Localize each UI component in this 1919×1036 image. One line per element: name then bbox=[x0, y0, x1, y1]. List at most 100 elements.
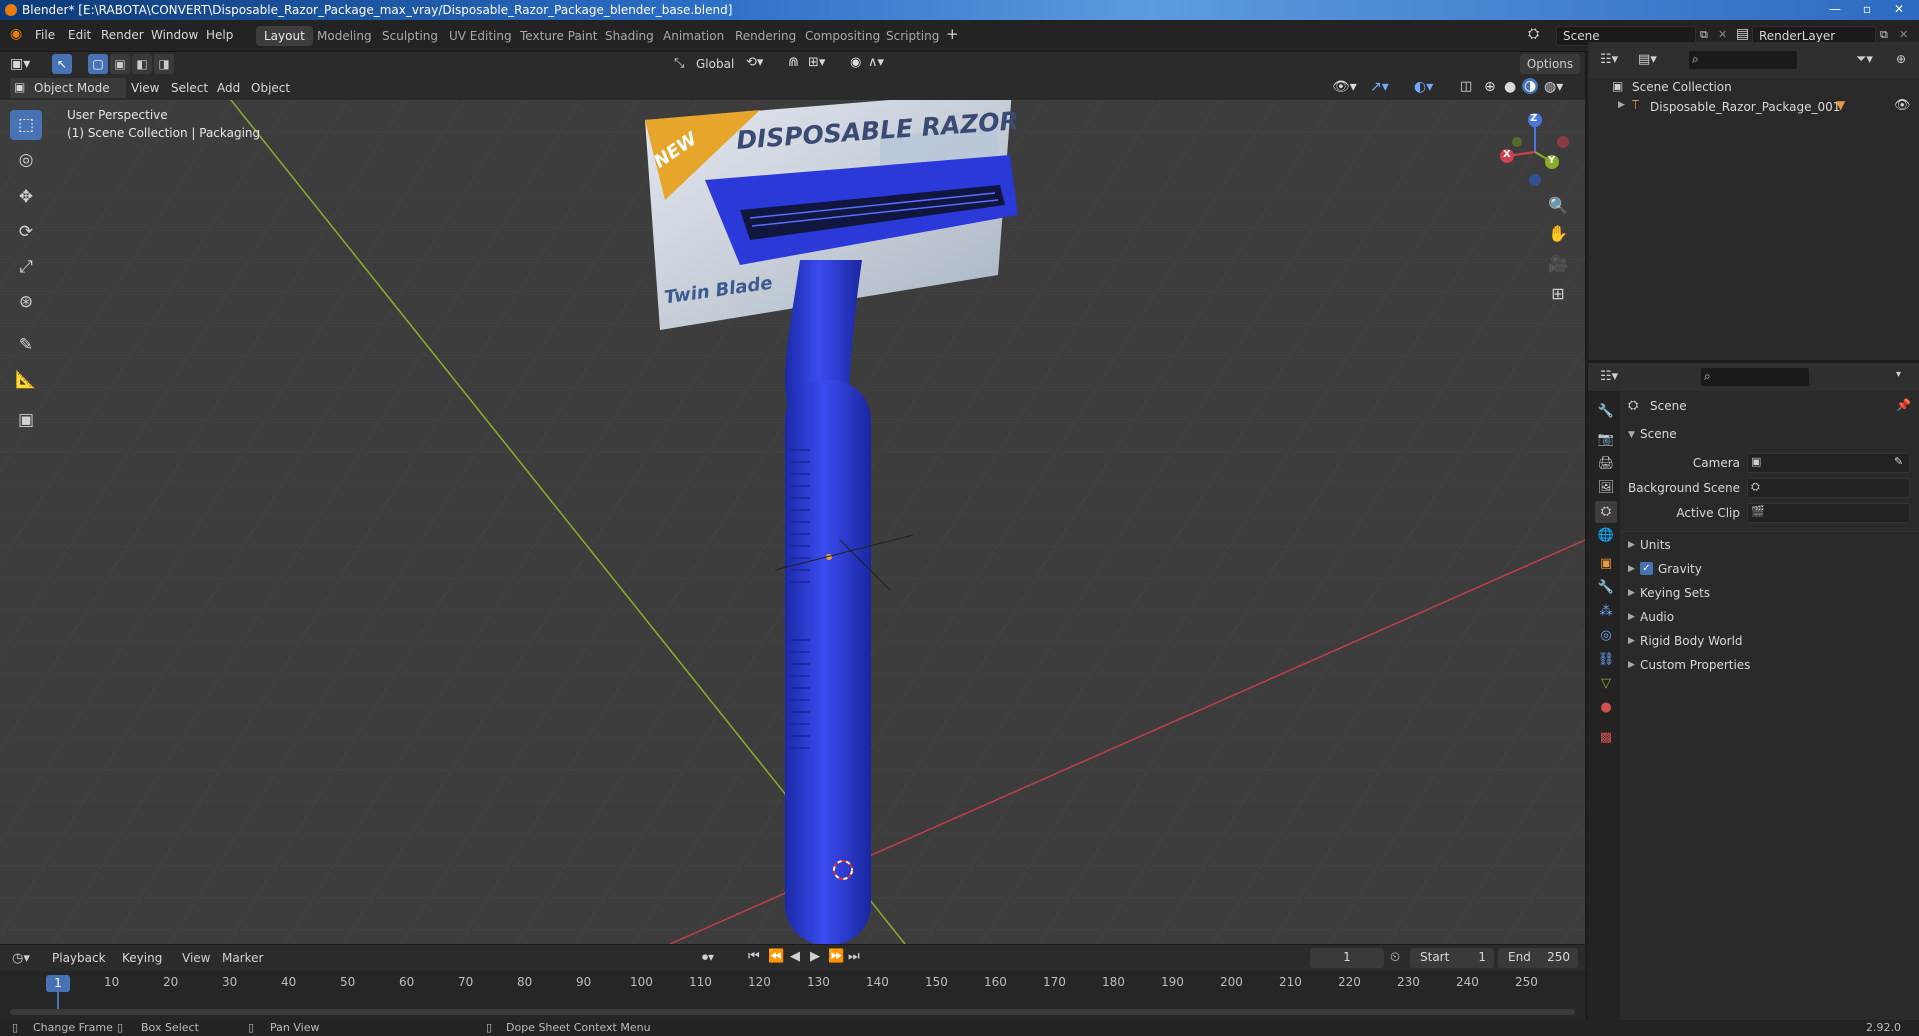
copy-layer-icon[interactable]: ⧉ bbox=[1880, 28, 1888, 42]
tool-transform-icon[interactable]: ⊛ bbox=[10, 287, 42, 317]
audio-expand-arrow-icon[interactable]: ▶ bbox=[1628, 612, 1635, 622]
xray-toggle-icon[interactable]: ◫ bbox=[1460, 79, 1472, 94]
keying-sets-expand-arrow-icon[interactable]: ▶ bbox=[1628, 588, 1635, 598]
tool-move-icon[interactable]: ✥ bbox=[10, 182, 42, 212]
jump-start-icon[interactable]: ⏮ bbox=[748, 949, 760, 964]
tab-data-icon[interactable]: ▽ bbox=[1595, 673, 1617, 695]
properties-editor-type-icon[interactable]: ☷▾ bbox=[1600, 369, 1618, 384]
shading-solid-icon[interactable]: ● bbox=[1504, 79, 1516, 95]
units-expand-arrow-icon[interactable]: ▶ bbox=[1628, 540, 1635, 550]
timeline-editor-type-icon[interactable]: ◷▾ bbox=[12, 951, 30, 966]
outliner-scene-collection[interactable]: Scene Collection bbox=[1632, 80, 1732, 94]
viewport-menu-view[interactable]: View bbox=[131, 81, 159, 95]
eyedropper-icon[interactable]: ✎ bbox=[1894, 455, 1903, 468]
tab-render-icon[interactable]: 📷 bbox=[1595, 429, 1617, 451]
shading-wireframe-icon[interactable]: ⊕ bbox=[1484, 79, 1496, 95]
overlay-toggle-icon[interactable]: ◐▾ bbox=[1414, 79, 1433, 95]
properties-search-input[interactable] bbox=[1700, 367, 1810, 387]
pan-view-icon[interactable]: ✋ bbox=[1544, 220, 1572, 248]
tab-physics-icon[interactable]: ◎ bbox=[1595, 625, 1617, 647]
menu-render[interactable]: Render bbox=[101, 28, 144, 42]
tab-world-icon[interactable]: 🌐 bbox=[1595, 525, 1617, 547]
copy-scene-icon[interactable]: ⧉ bbox=[1700, 28, 1708, 42]
3d-viewport[interactable]: DISPOSABLE RAZOR NEW Twin Blade User Per… bbox=[0, 100, 1585, 944]
scene-icon[interactable]: ⛭ bbox=[1528, 26, 1539, 42]
viewport-menu-add[interactable]: Add bbox=[217, 81, 240, 95]
menu-edit[interactable]: Edit bbox=[68, 28, 91, 42]
timeline-menu-playback[interactable]: Playback bbox=[46, 948, 122, 968]
gizmo-toggle-icon[interactable]: ↗▾ bbox=[1370, 79, 1389, 95]
menu-window[interactable]: Window bbox=[151, 28, 198, 42]
rigid-body-world-expand-arrow-icon[interactable]: ▶ bbox=[1628, 636, 1635, 646]
expand-arrow-icon[interactable]: ▶ bbox=[1618, 100, 1625, 110]
select-mode-extend-icon[interactable]: ▣ bbox=[110, 54, 130, 74]
panel-collapse-arrow-icon[interactable]: ▼ bbox=[1628, 430, 1635, 440]
timeline-scrollbar[interactable] bbox=[10, 1009, 1575, 1015]
tool-rotate-icon[interactable]: ⟳ bbox=[10, 217, 42, 247]
timeline-menu-view[interactable]: View bbox=[182, 951, 210, 965]
tab-constraints-icon[interactable]: ⛓ bbox=[1595, 649, 1617, 671]
camera-field[interactable] bbox=[1747, 453, 1910, 473]
gravity-expand-arrow-icon[interactable]: ▶ bbox=[1628, 564, 1635, 574]
object-data-icon[interactable]: ▼ bbox=[1836, 98, 1845, 112]
workspace-tab-shading[interactable]: Shading bbox=[597, 26, 662, 46]
transform-orientation-icon[interactable]: ⤡ bbox=[674, 56, 684, 71]
timeline-menu-marker[interactable]: Marker bbox=[222, 951, 263, 965]
select-mode-subtract-icon[interactable]: ◧ bbox=[132, 54, 152, 74]
scene-panel-title[interactable]: Scene bbox=[1640, 427, 1677, 441]
panel-options-icon[interactable]: ▾ bbox=[1896, 369, 1901, 380]
gravity-checkbox[interactable]: ✓ bbox=[1640, 562, 1653, 575]
close-button[interactable]: ✕ bbox=[1884, 0, 1914, 18]
visibility-icon[interactable]: 👁▾ bbox=[1332, 79, 1357, 95]
display-mode-icon[interactable]: ▤▾ bbox=[1638, 52, 1657, 67]
remove-layer-icon[interactable]: ✕ bbox=[1899, 28, 1908, 41]
editor-type-icon[interactable]: ▣▾ bbox=[10, 56, 30, 72]
audio-section[interactable]: Audio bbox=[1640, 605, 1674, 629]
units-section[interactable]: Units bbox=[1640, 533, 1671, 557]
tab-tool-icon[interactable]: 🔧 bbox=[1595, 401, 1617, 423]
ortho-toggle-icon[interactable]: ⊞ bbox=[1544, 280, 1572, 308]
options-dropdown[interactable]: Options bbox=[1520, 54, 1580, 74]
shading-material-icon[interactable]: ◑ bbox=[1522, 78, 1539, 94]
jump-keyframe-back-icon[interactable]: ⏪ bbox=[768, 949, 784, 964]
tab-material-icon[interactable]: ● bbox=[1595, 697, 1617, 719]
tool-select-box-icon[interactable]: ⬚ bbox=[10, 110, 42, 140]
maximize-button[interactable]: ▫ bbox=[1852, 0, 1882, 18]
outliner-item-razor-package[interactable]: Disposable_Razor_Package_001 bbox=[1650, 100, 1840, 114]
transform-orientation-dropdown[interactable]: Global bbox=[690, 54, 751, 74]
start-frame-field[interactable]: Start 1 bbox=[1410, 948, 1494, 968]
shading-rendered-icon[interactable]: ◍▾ bbox=[1544, 79, 1563, 95]
camera-view-icon[interactable]: 🎥 bbox=[1544, 250, 1572, 278]
tool-add-cube-icon[interactable]: ▣ bbox=[10, 405, 42, 435]
tab-particles-icon[interactable]: ⁂ bbox=[1595, 601, 1617, 623]
visibility-eye-icon[interactable]: 👁 bbox=[1894, 98, 1911, 113]
pivot-point-icon[interactable]: ⟲▾ bbox=[746, 55, 763, 70]
keying-sets-section[interactable]: Keying Sets bbox=[1640, 581, 1710, 605]
select-mode-intersect-icon[interactable]: ◨ bbox=[154, 54, 174, 74]
view-layer-icon[interactable]: ▤ bbox=[1736, 26, 1749, 42]
end-frame-field[interactable]: End 250 bbox=[1498, 948, 1578, 968]
workspace-tab-texture-paint[interactable]: Texture Paint bbox=[512, 26, 605, 46]
viewport-menu-select[interactable]: Select bbox=[171, 81, 208, 95]
add-workspace-icon[interactable]: + bbox=[946, 25, 959, 43]
minimize-button[interactable]: — bbox=[1820, 0, 1850, 18]
custom-properties-expand-arrow-icon[interactable]: ▶ bbox=[1628, 660, 1635, 670]
remove-scene-icon[interactable]: ✕ bbox=[1718, 28, 1727, 41]
jump-end-icon[interactable]: ⏭ bbox=[848, 949, 860, 964]
auto-keying-icon[interactable]: ⏺▾ bbox=[702, 950, 714, 965]
tool-scale-icon[interactable]: ⤢ bbox=[10, 252, 42, 282]
workspace-tab-rendering[interactable]: Rendering bbox=[727, 26, 804, 46]
workspace-tab-layout[interactable]: Layout bbox=[256, 26, 313, 46]
menu-file[interactable]: File bbox=[35, 28, 55, 42]
new-collection-icon[interactable]: ⊕ bbox=[1896, 52, 1906, 66]
outliner-search-input[interactable] bbox=[1688, 50, 1798, 70]
falloff-icon[interactable]: ∧▾ bbox=[868, 55, 884, 70]
jump-keyframe-forward-icon[interactable]: ⏩ bbox=[828, 949, 844, 964]
gravity-section[interactable]: Gravity bbox=[1658, 557, 1702, 581]
viewport-menu-object[interactable]: Object bbox=[251, 81, 290, 95]
tab-modifiers-icon[interactable]: 🔧 bbox=[1595, 577, 1617, 599]
zoom-view-icon[interactable]: 🔍 bbox=[1544, 192, 1572, 220]
tool-measure-icon[interactable]: 📐 bbox=[10, 365, 42, 395]
background-scene-field[interactable] bbox=[1747, 478, 1910, 498]
tab-texture-icon[interactable]: ▩ bbox=[1595, 727, 1617, 749]
